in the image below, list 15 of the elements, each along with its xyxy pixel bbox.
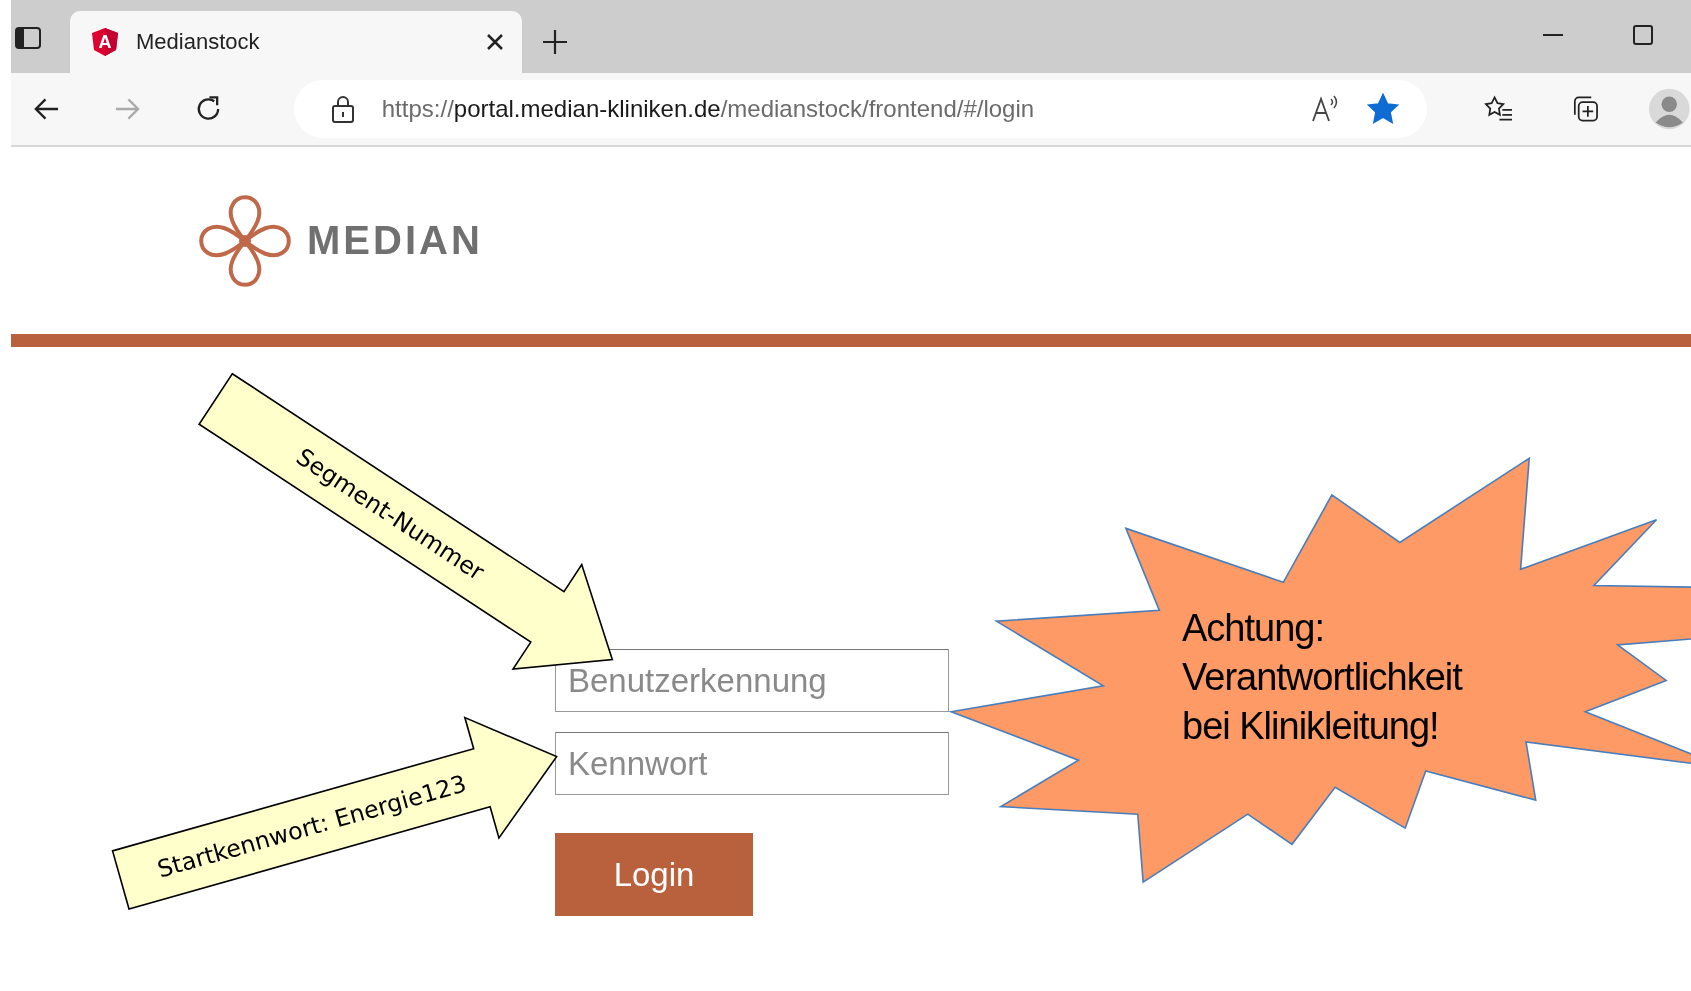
maximize-icon[interactable] [1631,23,1655,47]
star-icon[interactable] [1366,93,1399,125]
password-field[interactable]: Kennwort [555,732,949,795]
login-button[interactable]: Login [555,833,753,916]
lock-icon[interactable] [329,94,356,124]
new-tab-icon[interactable] [540,27,570,57]
favicon-icon: A [90,27,120,57]
profile-avatar-icon[interactable] [1648,87,1691,131]
url-text: https://portal.median-kliniken.de/medianstock/frontend/#/login [381,95,1036,123]
address-bar[interactable]: https://portal.median-kliniken.de/medianstock/frontend/#/login [293,80,1427,138]
browser-tab[interactable]: A Medianstock [70,11,522,73]
logo-text: MEDIAN [307,218,483,263]
username-field[interactable]: Benutzerkennung [555,649,949,712]
warning-text: Achtung: Verantwortlichkeit bei Klinikleitung! [1182,606,1464,749]
tab-title: Medianstock [136,29,261,55]
